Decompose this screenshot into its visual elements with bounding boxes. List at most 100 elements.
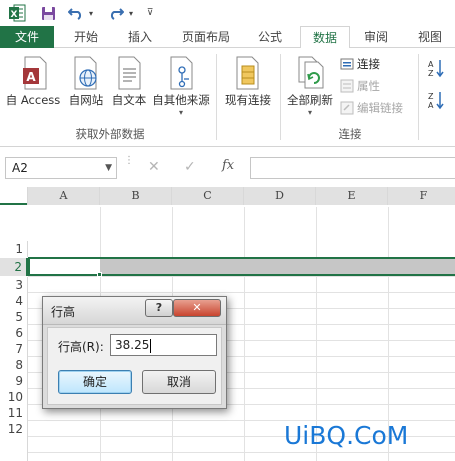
row-header-12[interactable]: 12	[0, 421, 28, 437]
grid-line	[28, 292, 455, 293]
other-sources-icon	[170, 56, 193, 90]
sort-ascending-button[interactable]: A Z	[424, 58, 452, 80]
group-label-external-data: 获取外部数据	[75, 127, 145, 141]
tab-page-layout[interactable]: 页面布局	[174, 26, 238, 48]
dialog-title: 行高	[51, 305, 76, 319]
enter-entry-icon[interactable]: ✓	[184, 159, 196, 175]
from-web-button[interactable]: 自网站	[64, 52, 108, 114]
sort-descending-icon: Z A	[428, 92, 444, 110]
group-label-connections: 连接	[338, 127, 362, 141]
edit-links-button[interactable]: 编辑链接	[340, 98, 403, 118]
sort-descending-button[interactable]: Z A	[424, 90, 452, 112]
tab-file[interactable]: 文件	[0, 26, 54, 48]
undo-icon[interactable]	[66, 3, 86, 23]
svg-text:Z: Z	[428, 69, 434, 78]
svg-text:X: X	[11, 10, 18, 20]
refresh-all-button[interactable]: 全部刷新 ▾	[284, 52, 336, 124]
tab-home[interactable]: 开始	[66, 26, 106, 48]
row-height-label: 行高(R):	[58, 340, 104, 354]
row-height-input[interactable]: 38.25	[110, 334, 217, 356]
refresh-icon	[298, 56, 324, 89]
tab-view[interactable]: 视图	[410, 26, 450, 48]
row-height-dialog: 行高 ? ✕ 行高(R): 38.25 确定 取消	[42, 296, 227, 409]
ok-button[interactable]: 确定	[58, 370, 132, 394]
column-header-f[interactable]: F	[388, 187, 455, 205]
name-box-dropdown-icon[interactable]: ▼	[105, 158, 112, 178]
formula-input[interactable]	[250, 157, 455, 179]
row-header-10[interactable]: 10	[0, 389, 28, 405]
grid-line	[28, 276, 455, 277]
group-separator	[216, 54, 217, 140]
row-header-6[interactable]: 6	[0, 325, 28, 341]
tab-insert[interactable]: 插入	[120, 26, 160, 48]
selection-border	[28, 257, 455, 276]
svg-text:Z: Z	[428, 92, 434, 101]
column-header-b[interactable]: B	[100, 187, 172, 205]
excel-logo-icon: X	[6, 3, 28, 23]
existing-connections-button[interactable]: 现有连接	[220, 52, 276, 114]
tab-review[interactable]: 审阅	[356, 26, 396, 48]
row-header-blank	[0, 437, 28, 461]
text-caret	[150, 338, 152, 353]
group-separator	[418, 54, 419, 140]
properties-button[interactable]: 属性	[340, 76, 380, 96]
group-separator	[280, 54, 281, 140]
quick-access-toolbar: X ▾ ▾ ⊽	[0, 0, 455, 26]
refresh-dropdown-icon: ▾	[307, 108, 312, 117]
from-text-button[interactable]: 自文本	[108, 52, 150, 114]
svg-text:A: A	[428, 101, 434, 110]
sort-ascending-icon: A Z	[428, 60, 444, 78]
row-header-11[interactable]: 11	[0, 405, 28, 421]
other-sources-dropdown-icon: ▾	[178, 108, 183, 117]
connections-button[interactable]: 连接	[340, 54, 380, 74]
edit-links-icon	[340, 101, 354, 115]
fill-handle[interactable]	[97, 272, 102, 277]
dialog-body: 行高(R): 38.25 确定 取消	[47, 327, 222, 405]
tab-formulas[interactable]: 公式	[250, 26, 290, 48]
ribbon-tabs: 文件 开始 插入 页面布局 公式 数据 审阅 视图	[0, 26, 455, 49]
column-header-d[interactable]: D	[244, 187, 316, 205]
row-header-4[interactable]: 4	[0, 293, 28, 309]
select-all-corner[interactable]	[0, 187, 28, 205]
close-button[interactable]: ✕	[173, 299, 221, 317]
customize-qat-icon[interactable]: ⊽	[143, 3, 157, 23]
from-other-sources-button[interactable]: 自其他来源 ▾	[150, 52, 212, 124]
formula-bar-grip-icon: ⋮	[124, 155, 134, 166]
row-header-9[interactable]: 9	[0, 373, 28, 389]
dialog-title-bar[interactable]: 行高 ? ✕	[43, 297, 226, 325]
column-headers: A B C D E F	[0, 187, 455, 205]
cancel-entry-icon[interactable]: ✕	[148, 159, 160, 175]
column-header-c[interactable]: C	[172, 187, 244, 205]
redo-dropdown-icon[interactable]: ▾	[126, 3, 136, 23]
insert-function-icon[interactable]: fx	[222, 158, 234, 173]
row-header-3[interactable]: 3	[0, 277, 28, 293]
row-header-2[interactable]: 2	[0, 258, 28, 276]
tab-data[interactable]: 数据	[300, 26, 350, 49]
undo-dropdown-icon[interactable]: ▾	[86, 3, 96, 23]
save-icon[interactable]	[38, 3, 58, 23]
text-file-icon	[118, 56, 141, 90]
svg-text:A: A	[428, 60, 434, 69]
properties-icon	[340, 79, 354, 93]
ribbon: A 自 Access 自网站 自文本 自其他来源 ▾ 获取外部数据 现有连接 全…	[0, 48, 455, 147]
existing-connections-icon	[236, 56, 259, 90]
column-header-a[interactable]: A	[28, 187, 100, 205]
watermark: UiBQ.CoM	[284, 421, 409, 450]
access-icon: A	[23, 56, 47, 90]
connections-icon	[340, 57, 354, 71]
cancel-button[interactable]: 取消	[142, 370, 216, 394]
from-access-button[interactable]: A 自 Access	[2, 52, 64, 114]
web-icon	[74, 56, 97, 90]
name-box[interactable]: A2 ▼	[5, 157, 117, 179]
formula-bar: A2 ▼ ⋮ ✕ ✓ fx	[0, 147, 455, 185]
row-header-8[interactable]: 8	[0, 357, 28, 373]
grid-line	[244, 207, 245, 461]
row-header-1[interactable]: 1	[0, 241, 28, 257]
row-header-5[interactable]: 5	[0, 309, 28, 325]
grid-line	[28, 452, 455, 453]
help-button[interactable]: ?	[145, 299, 173, 317]
svg-text:A: A	[26, 70, 36, 84]
row-header-7[interactable]: 7	[0, 341, 28, 357]
redo-icon[interactable]	[106, 3, 126, 23]
column-header-e[interactable]: E	[316, 187, 388, 205]
